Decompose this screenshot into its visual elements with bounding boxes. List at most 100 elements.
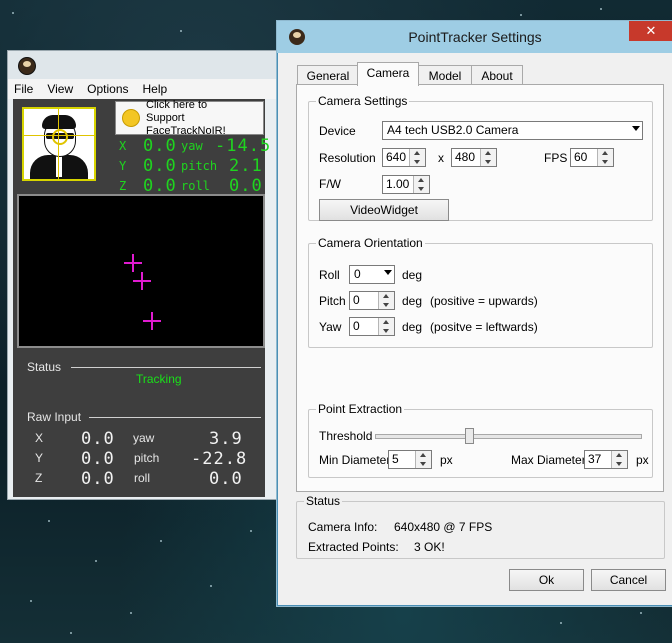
raw-z-label: Z (35, 471, 43, 485)
ok-button[interactable]: Ok (509, 569, 584, 591)
tracked-point-marker (143, 312, 161, 330)
max-diameter-label: Max Diameter (511, 453, 586, 467)
spin-buttons[interactable] (409, 149, 425, 166)
device-select-value: A4 tech USB2.0 Camera (387, 123, 519, 137)
status-divider (71, 367, 261, 368)
resolution-height-spinbox[interactable]: 480 (451, 148, 497, 167)
camera-settings-group: Camera Settings Device A4 tech USB2.0 Ca… (308, 94, 653, 221)
raw-y-value: 0.0 (81, 449, 115, 469)
tab-about[interactable]: About (471, 65, 523, 86)
menu-view[interactable]: View (47, 82, 73, 96)
pose-x-label: X (119, 139, 127, 153)
pose-yaw-value: -14.5 (215, 136, 272, 156)
tab-model[interactable]: Model (418, 65, 472, 86)
raw-roll-label: roll (134, 471, 151, 485)
pose-roll-value: 0.0 (229, 176, 263, 196)
pose-pitch-label: pitch (181, 159, 218, 173)
chevron-down-icon (632, 126, 640, 131)
support-button[interactable]: Click here to Support FaceTrackNoIR! (115, 98, 264, 137)
spin-buttons[interactable] (378, 318, 394, 335)
menu-options[interactable]: Options (87, 82, 128, 96)
pose-roll-label: roll (181, 179, 210, 193)
camera-orientation-group: Camera Orientation Roll 0 deg Pitch 0 de… (308, 236, 653, 348)
resolution-width-spinbox[interactable]: 640 (382, 148, 426, 167)
min-diameter-spinbox[interactable]: 5 (388, 450, 432, 469)
camera-preview (17, 194, 265, 348)
chevron-down-icon (384, 270, 392, 275)
dialog-title: PointTracker Settings (408, 29, 542, 45)
pose-readout: X 0.0 yaw -14.5 Y 0.0 pitch 2.1 Z 0.0 ro… (119, 136, 270, 197)
spin-buttons[interactable] (415, 451, 431, 468)
point-extraction-title: Point Extraction (316, 402, 405, 416)
spin-buttons[interactable] (611, 451, 627, 468)
resolution-x-label: x (438, 151, 444, 165)
raw-roll-value: 0.0 (209, 469, 243, 489)
spin-buttons[interactable] (413, 176, 429, 193)
fw-value: 1.00 (386, 177, 410, 191)
support-line-1: Click here to (146, 98, 208, 111)
threshold-slider-track[interactable] (375, 434, 642, 439)
roll-label: Roll (319, 268, 340, 282)
device-select[interactable]: A4 tech USB2.0 Camera (382, 121, 643, 140)
roll-select-value: 0 (354, 267, 361, 281)
spin-buttons[interactable] (480, 149, 496, 166)
camera-orientation-title: Camera Orientation (316, 236, 425, 250)
resolution-width-value: 640 (386, 150, 407, 164)
camera-info-value: 640x480 @ 7 FPS (394, 520, 493, 534)
raw-z-value: 0.0 (81, 469, 115, 489)
tracked-point-marker (133, 272, 151, 290)
roll-select[interactable]: 0 (349, 265, 395, 284)
tab-general[interactable]: General (297, 65, 359, 86)
pitch-label: Pitch (319, 294, 346, 308)
pose-yaw-label: yaw (181, 139, 203, 153)
max-diameter-value: 37 (588, 452, 602, 466)
tracking-status: Tracking (136, 372, 182, 386)
smiley-icon (122, 109, 140, 127)
raw-yaw-value: 3.9 (209, 429, 243, 449)
fps-label: FPS (544, 151, 568, 165)
menu-file[interactable]: File (14, 82, 33, 96)
ftn-titlebar[interactable] (8, 51, 278, 79)
threshold-label: Threshold (319, 429, 373, 443)
close-icon[interactable]: ✕ (629, 21, 672, 41)
spin-buttons[interactable] (378, 292, 394, 309)
fw-spinbox[interactable]: 1.00 (382, 175, 430, 194)
facetracknoir-window: File View Options Help Click here to Sup… (7, 50, 279, 500)
video-widget-button[interactable]: VideoWidget (319, 199, 449, 221)
camera-info-label: Camera Info: (308, 520, 378, 534)
extracted-points-label: Extracted Points: (308, 540, 399, 554)
raw-x-value: 0.0 (81, 429, 115, 449)
pose-y-value: 0.0 (143, 156, 177, 176)
min-diameter-unit: px (440, 453, 453, 467)
status-title: Status (304, 494, 343, 508)
app-logo-icon (18, 57, 36, 75)
support-line-2: Support FaceTrackNoIR! (146, 111, 226, 137)
yaw-label: Yaw (319, 320, 342, 334)
dialog-titlebar[interactable]: PointTracker Settings ✕ (277, 21, 672, 53)
yaw-value: 0 (353, 319, 360, 333)
pitch-value: 0 (353, 293, 360, 307)
tab-camera[interactable]: Camera (357, 62, 419, 86)
status-label: Status (27, 360, 62, 374)
raw-yaw-label: yaw (133, 431, 155, 445)
yaw-spinbox[interactable]: 0 (349, 317, 395, 336)
camera-settings-title: Camera Settings (316, 94, 410, 108)
ftn-main-panel: Click here to Support FaceTrackNoIR! X 0… (13, 98, 270, 497)
roll-unit: deg (402, 268, 423, 282)
max-diameter-spinbox[interactable]: 37 (584, 450, 628, 469)
fps-spinbox[interactable]: 60 (570, 148, 614, 167)
pitch-spinbox[interactable]: 0 (349, 291, 395, 310)
yaw-hint: (positve = leftwards) (430, 320, 538, 334)
menu-help[interactable]: Help (143, 82, 168, 96)
resolution-height-value: 480 (455, 150, 476, 164)
raw-y-label: Y (35, 451, 44, 465)
pose-pitch-value: 2.1 (229, 156, 263, 176)
spin-buttons[interactable] (597, 149, 613, 166)
yaw-unit: deg (402, 320, 423, 334)
camera-tab-panel: Camera Settings Device A4 tech USB2.0 Ca… (296, 84, 664, 492)
cancel-button[interactable]: Cancel (591, 569, 666, 591)
device-label: Device (319, 124, 356, 138)
threshold-slider-handle[interactable] (464, 428, 474, 444)
tracked-point-marker (124, 254, 142, 272)
pitch-unit: deg (402, 294, 423, 308)
